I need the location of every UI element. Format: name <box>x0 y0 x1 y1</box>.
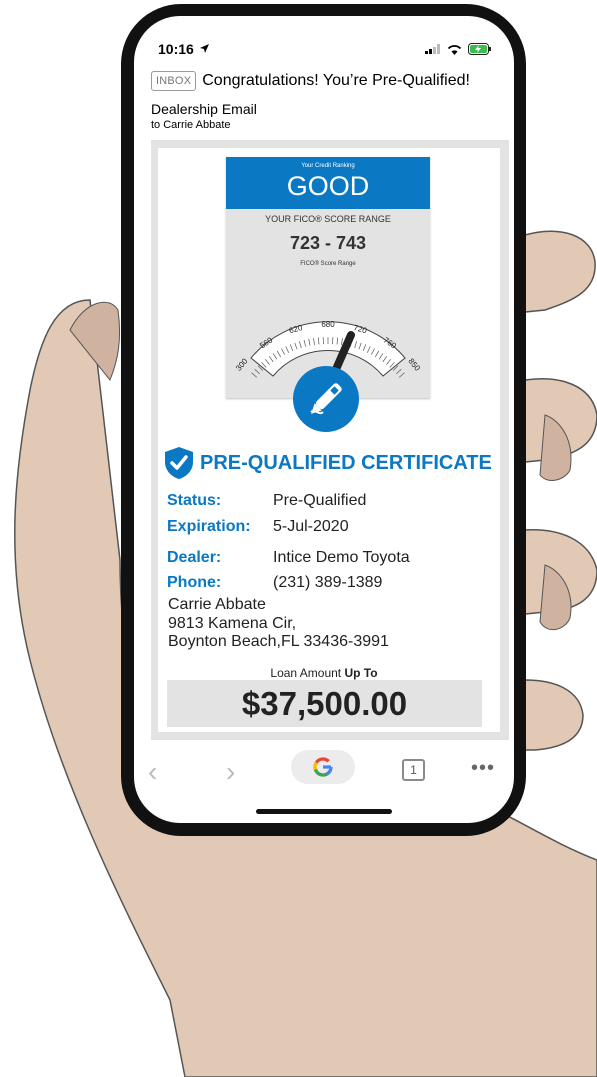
credit-ranking-value: GOOD <box>286 171 370 201</box>
tabs-count-button[interactable]: 1 <box>402 759 425 781</box>
fico-range-title: YOUR FICO® SCORE RANGE <box>265 214 391 224</box>
gauge-tick <box>399 372 405 378</box>
shield-check-icon <box>165 447 193 479</box>
home-indicator[interactable] <box>256 809 392 814</box>
gauge-tick-label: 300 <box>234 356 250 372</box>
address-name: Carrie Abbate <box>168 596 266 613</box>
gauge-tick-label: 680 <box>321 320 335 329</box>
pen-icon <box>310 383 342 415</box>
clock: 10:16 <box>158 41 194 57</box>
email-subject: Congratulations! You’re Pre-Qualified! <box>202 72 470 89</box>
email-sender: Dealership Email <box>151 101 257 117</box>
google-g-icon <box>313 757 333 777</box>
fico-range-caption: FICO® Score Range <box>300 261 356 267</box>
pen-badge <box>293 366 359 432</box>
loan-caption-prefix: Loan Amount <box>270 666 345 680</box>
chevron-right-icon[interactable]: › <box>226 756 235 788</box>
credit-ranking-caption: Your Credit Ranking <box>301 163 355 169</box>
expiration-label: Expiration: <box>167 518 251 535</box>
loan-caption-bold: Up To <box>344 666 378 680</box>
fico-range-value: 723 - 743 <box>289 233 367 253</box>
inbox-tag[interactable]: INBOX <box>151 71 197 91</box>
status-value: Pre-Qualified <box>273 492 367 509</box>
expiration-value: 5-Jul-2020 <box>273 518 349 535</box>
phone-screen: 10:16 INBOX Congratulations! You’re Pre-… <box>134 16 514 823</box>
gauge-tick <box>396 368 402 375</box>
dealer-label: Dealer: <box>167 549 222 566</box>
wifi-icon <box>447 44 462 55</box>
phone-label: Phone: <box>167 574 222 591</box>
credit-score-card: Your Credit Ranking GOOD YOUR FICO® SCOR… <box>226 157 430 398</box>
email-subject-row: INBOX Congratulations! You’re Pre-Qualif… <box>151 71 470 91</box>
email-recipient: to Carrie Abbate <box>151 119 231 131</box>
phone-value[interactable]: (231) 389-1389 <box>273 574 382 592</box>
status-label: Status: <box>167 492 222 509</box>
address-city: Boynton Beach,FL 33436-3991 <box>168 633 389 650</box>
dealer-value: Intice Demo Toyota <box>273 549 410 566</box>
battery-charging-icon <box>468 43 491 55</box>
loan-amount-caption: Loan Amount Up To <box>134 666 514 680</box>
signal-icon <box>425 44 440 54</box>
gauge-tick-label: 850 <box>406 357 422 373</box>
loan-amount-box: $37,500.00 <box>167 680 482 727</box>
more-dots-icon[interactable]: ••• <box>471 757 495 780</box>
browser-toolbar: ‹ › 1 ••• <box>134 746 514 790</box>
certificate-heading: PRE-QUALIFIED CERTIFICATE <box>164 446 492 480</box>
credit-ranking-header: Your Credit Ranking GOOD <box>226 157 430 209</box>
google-search-button[interactable] <box>291 750 355 784</box>
certificate-title: PRE-QUALIFIED CERTIFICATE <box>200 451 492 474</box>
status-bar: 10:16 <box>134 16 514 57</box>
address-street: 9813 Kamena Cir, <box>168 615 297 632</box>
gauge-tick <box>254 368 260 375</box>
loan-amount: $37,500.00 <box>241 685 408 722</box>
gauge-tick <box>251 372 257 378</box>
chevron-left-icon[interactable]: ‹ <box>148 756 157 788</box>
location-arrow-icon <box>200 44 209 53</box>
